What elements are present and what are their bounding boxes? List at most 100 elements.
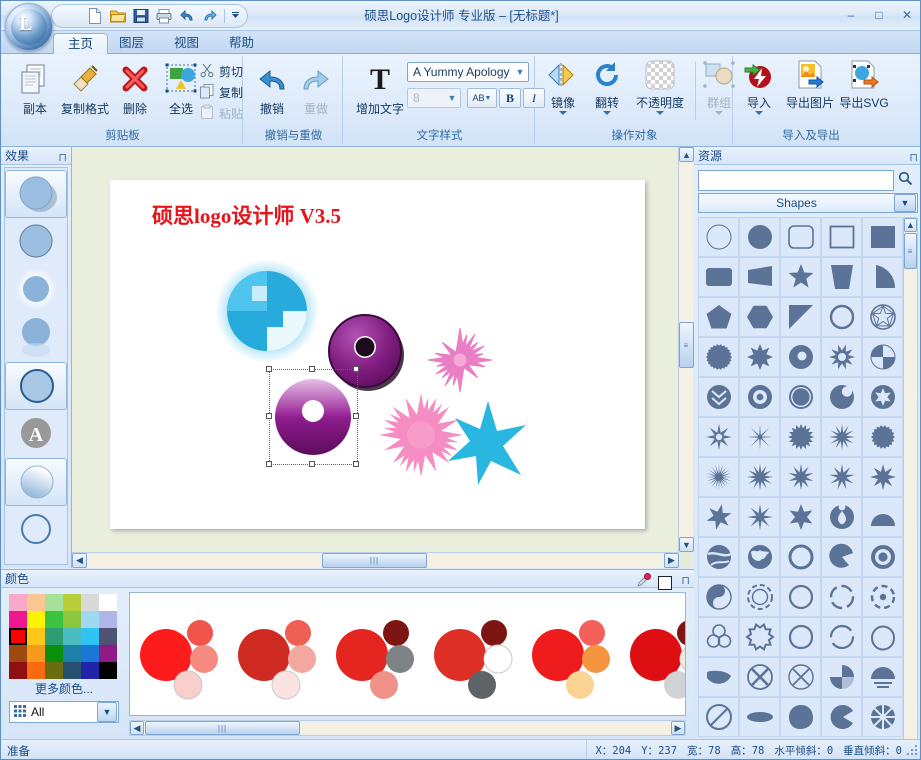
effect-item-outline[interactable] — [5, 362, 67, 410]
shape-cell-circle-double-ring[interactable] — [780, 377, 821, 417]
chevron-down-icon[interactable]: ▼ — [894, 194, 916, 212]
shape-cell-star-5[interactable] — [780, 257, 821, 297]
color-swatch[interactable] — [45, 594, 63, 611]
shape-cell-flower-burst[interactable] — [862, 697, 903, 737]
shape-cell-globe-map[interactable] — [739, 537, 780, 577]
color-swatch[interactable] — [81, 594, 99, 611]
shape-cell-yin-yang[interactable] — [698, 577, 739, 617]
shape-cell-gear-circle[interactable] — [698, 337, 739, 377]
tab-layers[interactable]: 图层 — [105, 33, 158, 54]
ribbon-select-all-button[interactable]: 全选 — [157, 62, 205, 117]
scroll-up-button[interactable]: ▲ — [679, 147, 694, 162]
color-swatch[interactable] — [99, 628, 117, 645]
shape-cell-circle-outline[interactable] — [698, 217, 739, 257]
color-swatch[interactable] — [45, 645, 63, 662]
logo-template-item[interactable] — [130, 593, 228, 716]
more-colors-link[interactable]: 更多颜色... — [9, 680, 119, 697]
app-menu-orb-button[interactable]: L — [5, 3, 53, 51]
shape-cell-right-triangle[interactable] — [780, 297, 821, 337]
logo-template-item[interactable] — [424, 593, 522, 716]
shape-cell-trapezoid-skew[interactable] — [739, 257, 780, 297]
resources-vscroll-thumb[interactable]: ≡ — [904, 233, 917, 269]
color-swatch[interactable] — [27, 662, 45, 679]
shape-cell-pie-slices[interactable] — [821, 657, 862, 697]
resources-category-combo[interactable]: Shapes ▼ — [698, 193, 918, 213]
tab-help[interactable]: 帮助 — [215, 33, 268, 54]
shape-cell-three-circles[interactable] — [698, 617, 739, 657]
shape-cell-pie-quadrants[interactable] — [862, 337, 903, 377]
shape-cell-chevrons-down[interactable] — [698, 377, 739, 417]
shape-cell-square-outline[interactable] — [821, 217, 862, 257]
save-icon[interactable] — [132, 7, 150, 25]
chevron-down-icon[interactable] — [755, 111, 763, 115]
color-swatch[interactable] — [81, 628, 99, 645]
shape-cell-rounded-square-outline[interactable] — [780, 217, 821, 257]
logo-template-item[interactable] — [326, 593, 424, 716]
color-swatch[interactable] — [27, 594, 45, 611]
shape-cell-drop-in-circle[interactable] — [821, 497, 862, 537]
color-swatch[interactable] — [99, 662, 117, 679]
shape-cell-leaf-filled[interactable] — [698, 657, 739, 697]
shape-cell-ellipse-filled[interactable] — [739, 697, 780, 737]
canvas-vscroll-thumb[interactable]: ≡ — [679, 322, 694, 368]
shape-cell-globe-swirl[interactable] — [698, 537, 739, 577]
shape-cell-star-8-sharp[interactable] — [821, 457, 862, 497]
shape-cell-egg-ring[interactable] — [862, 617, 903, 657]
ribbon-flip-button[interactable]: 翻转 — [585, 60, 629, 115]
shape-cell-dashed-ring-circle[interactable] — [739, 577, 780, 617]
color-swatch[interactable] — [9, 662, 27, 679]
tab-home[interactable]: 主页 — [53, 33, 108, 54]
minimize-button[interactable]: – — [842, 7, 860, 23]
shape-cell-dotted-ring-dot[interactable] — [862, 577, 903, 617]
shape-cell-blob-ring[interactable] — [780, 617, 821, 657]
shape-cell-cup-trapezoid[interactable] — [821, 257, 862, 297]
design-page[interactable]: 硕思logo设计师 V3.5 — [110, 180, 645, 529]
effect-item-gradient[interactable] — [5, 458, 67, 506]
ribbon-paste-button[interactable]: 粘贴 — [199, 104, 243, 123]
color-swatch[interactable] — [45, 611, 63, 628]
color-swatch[interactable] — [27, 645, 45, 662]
chevron-down-icon[interactable] — [603, 111, 611, 115]
template-scroll-right-button[interactable]: ▶ — [671, 721, 685, 735]
pin-icon[interactable]: ⊓ — [909, 149, 918, 167]
shape-cell-sparkle-thin[interactable] — [739, 417, 780, 457]
shape-cell-no-entry[interactable] — [698, 697, 739, 737]
shape-cell-circle-filled[interactable] — [739, 217, 780, 257]
color-filter-combo[interactable]: All ▼ — [9, 701, 119, 723]
canvas-viewport[interactable]: 硕思logo设计师 V3.5 — [72, 147, 679, 552]
effect-item-shadow[interactable] — [5, 170, 67, 218]
effects-list[interactable]: A — [4, 167, 68, 565]
shape-cell-half-dome[interactable] — [862, 497, 903, 537]
scroll-right-button[interactable]: ▶ — [664, 553, 679, 568]
logo-template-item[interactable] — [522, 593, 620, 716]
print-icon[interactable] — [155, 7, 173, 25]
shape-cell-star-10[interactable] — [780, 457, 821, 497]
color-swatch[interactable] — [27, 628, 45, 645]
effect-item-inner-shadow[interactable] — [5, 218, 67, 266]
shape-cell-sun-rays-8[interactable] — [698, 417, 739, 457]
ribbon-copy-button[interactable]: 复制 — [199, 83, 243, 102]
shape-cell-x-in-circle[interactable] — [739, 657, 780, 697]
shape-cell-c-shape[interactable] — [821, 697, 862, 737]
font-family-combo[interactable]: A Yummy Apology ▼ — [407, 62, 529, 82]
shape-cell-circle-dot-ring[interactable] — [739, 377, 780, 417]
pin-icon[interactable]: ⊓ — [58, 149, 67, 167]
color-swatch[interactable] — [9, 611, 27, 628]
chevron-down-icon[interactable] — [559, 111, 567, 115]
shape-cell-hexagon[interactable] — [739, 297, 780, 337]
resources-scroll-up-button[interactable]: ▲ — [904, 218, 917, 232]
new-file-icon[interactable] — [86, 7, 104, 25]
color-swatch[interactable] — [9, 594, 27, 611]
shape-cell-starburst-8-blob[interactable] — [739, 337, 780, 377]
ribbon-export-svg-button[interactable]: 导出SVG — [839, 60, 889, 111]
shape-cell-rounded-rect-filled[interactable] — [698, 257, 739, 297]
color-swatch[interactable] — [99, 594, 117, 611]
ribbon-delete-button[interactable]: 删除 — [111, 62, 159, 117]
color-swatch[interactable] — [45, 662, 63, 679]
shape-cell-star-12[interactable] — [739, 457, 780, 497]
color-swatch[interactable] — [63, 645, 81, 662]
shape-cell-bullseye[interactable] — [862, 537, 903, 577]
shape-cell-cog-ring[interactable] — [739, 617, 780, 657]
canvas-horizontal-scrollbar[interactable]: ◀ ||| ▶ — [72, 552, 679, 568]
redo-icon[interactable] — [201, 7, 219, 25]
